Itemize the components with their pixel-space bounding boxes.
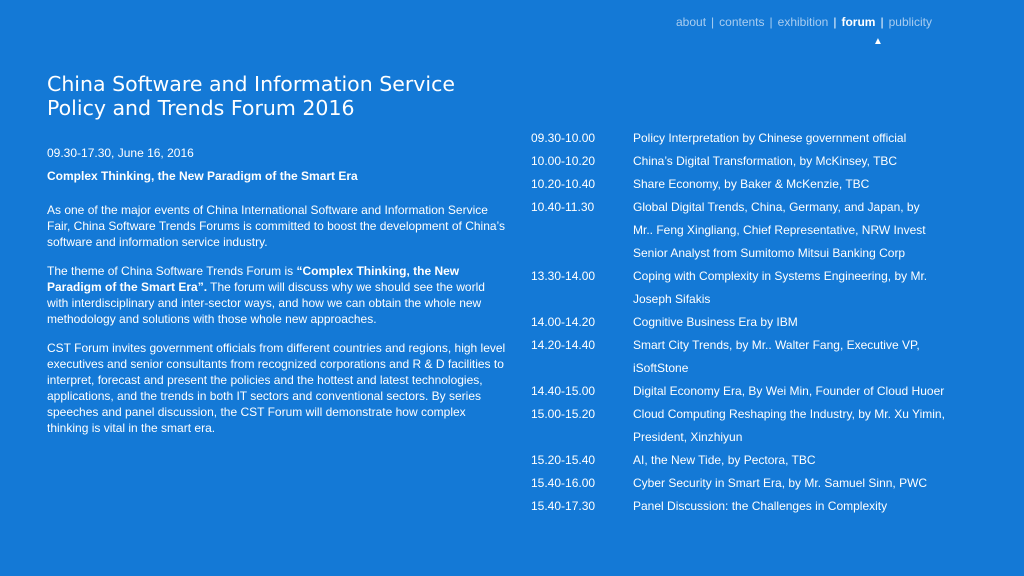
page-title: China Software and Information Service P… [47,72,455,120]
agenda-description-line: Senior Analyst from Sumitomo Mitsui Bank… [633,246,906,260]
top-nav: about | contents | exhibition | forum | publicit… [676,15,932,29]
nav-contents[interactable]: contents [719,15,764,29]
agenda-description-line: Cyber Security in Smart Era, by Mr. Samu… [633,476,928,490]
agenda-description: Cognitive Business Era by IBM [633,311,1001,334]
agenda-time: 09.30-10.00 [531,131,596,145]
agenda-description-line: AI, the New Tide, by Pectora, TBC [633,453,816,467]
agenda-description-line: Mr.. Feng Xingliang, Chief Representativ… [633,223,926,237]
agenda-description: Digital Economy Era, By Wei Min, Founder… [633,380,1001,403]
agenda-description: Coping with Complexity in Systems Engine… [633,265,1001,311]
agenda-row: 15.40-17.30 Panel Discussion: the Challen… [531,495,1001,518]
agenda-description: Policy Interpretation by Chinese governm… [633,127,1001,150]
agenda-description: Global Digital Trends, China, Germany, a… [633,196,1001,265]
agenda-time: 13.30-14.00 [531,269,596,283]
agenda-row: 15.40-16.00 Cyber Security in Smart Era, … [531,472,1001,495]
agenda-description-line: Cloud Computing Reshaping the Industry, … [633,407,945,421]
agenda-row: 15.00-15.20 Cloud Computing Reshaping the… [531,403,1001,449]
theme-paragraph: The theme of China Software Trends Forum… [47,263,507,327]
agenda-time: 10.40-11.30 [531,200,595,214]
nav-separator: | [880,15,884,29]
agenda-row: 10.20-10.40 Share Economy, by Baker & McK… [531,173,1001,196]
agenda-time: 14.20-14.40 [531,338,596,352]
agenda-description-line: Joseph Sifakis [633,292,711,306]
agenda-time: 10.20-10.40 [531,177,596,191]
intro-paragraph: As one of the major events of China Inte… [47,202,507,250]
active-nav-caret-icon: ▲ [873,36,883,47]
agenda-row: 15.20-15.40 AI, the New Tide, by Pectora,… [531,449,1001,472]
agenda-time: 14.40-15.00 [531,384,596,398]
nav-separator: | [769,15,773,29]
agenda-time: 15.40-16.00 [531,476,596,490]
agenda-row: 09.30-10.00 Policy Interpretation by Chin… [531,127,1001,150]
agenda-row: 10.40-11.30 Global Digital Trends, China,… [531,196,1001,265]
theme-text-before: The theme of China Software Trends Forum… [47,264,297,278]
agenda-time: 15.00-15.20 [531,407,596,421]
agenda-description-line: Global Digital Trends, China, Germany, a… [633,200,920,214]
agenda-description-line: iSoftStone [633,361,689,375]
nav-separator: | [833,15,837,29]
agenda-schedule: 09.30-10.00 Policy Interpretation by Chin… [531,127,1001,518]
agenda-row: 14.00-14.20 Cognitive Business Era by IBM [531,311,1001,334]
agenda-description-line: China’s Digital Transformation, by McKin… [633,154,898,168]
agenda-row: 13.30-14.00 Coping with Complexity in Sys… [531,265,1001,311]
nav-publicity[interactable]: publicity [889,15,932,29]
agenda-description-line: Policy Interpretation by Chinese governm… [633,131,907,145]
agenda-time: 15.20-15.40 [531,453,596,467]
agenda-description: China’s Digital Transformation, by McKin… [633,150,1001,173]
agenda-description-line: Share Economy, by Baker & McKenzie, TBC [633,177,870,191]
agenda-description-line: Panel Discussion: the Challenges in Comp… [633,499,888,513]
agenda-description: Panel Discussion: the Challenges in Comp… [633,495,1001,518]
agenda-description: Share Economy, by Baker & McKenzie, TBC [633,173,1001,196]
invitation-paragraph: CST Forum invites government officials f… [47,340,507,436]
agenda-row: 14.20-14.40 Smart City Trends, by Mr.. Wa… [531,334,1001,380]
nav-forum[interactable]: forum [841,15,875,29]
forum-theme: Complex Thinking, the New Paradigm of th… [47,169,358,183]
agenda-description: Cloud Computing Reshaping the Industry, … [633,403,1001,449]
agenda-description-line: Coping with Complexity in Systems Engine… [633,269,928,283]
event-date: 09.30-17.30, June 16, 2016 [47,146,194,160]
agenda-description: Smart City Trends, by Mr.. Walter Fang, … [633,334,1001,380]
agenda-row: 10.00-10.20 China’s Digital Transformatio… [531,150,1001,173]
agenda-time: 10.00-10.20 [531,154,596,168]
agenda-description: AI, the New Tide, by Pectora, TBC [633,449,1001,472]
nav-about[interactable]: about [676,15,706,29]
intro-text: As one of the major events of China Inte… [47,203,505,249]
invitation-text: CST Forum invites government officials f… [47,341,506,435]
agenda-row: 14.40-15.00 Digital Economy Era, By Wei M… [531,380,1001,403]
agenda-time: 15.40-17.30 [531,499,596,513]
agenda-description-line: Digital Economy Era, By Wei Min, Founder… [633,384,945,398]
nav-separator: | [711,15,715,29]
agenda-description-line: President, Xinzhiyun [633,430,743,444]
agenda-description-line: Cognitive Business Era by IBM [633,315,798,329]
agenda-description: Cyber Security in Smart Era, by Mr. Samu… [633,472,1001,495]
agenda-description-line: Smart City Trends, by Mr.. Walter Fang, … [633,338,920,352]
agenda-time: 14.00-14.20 [531,315,596,329]
nav-exhibition[interactable]: exhibition [778,15,829,29]
